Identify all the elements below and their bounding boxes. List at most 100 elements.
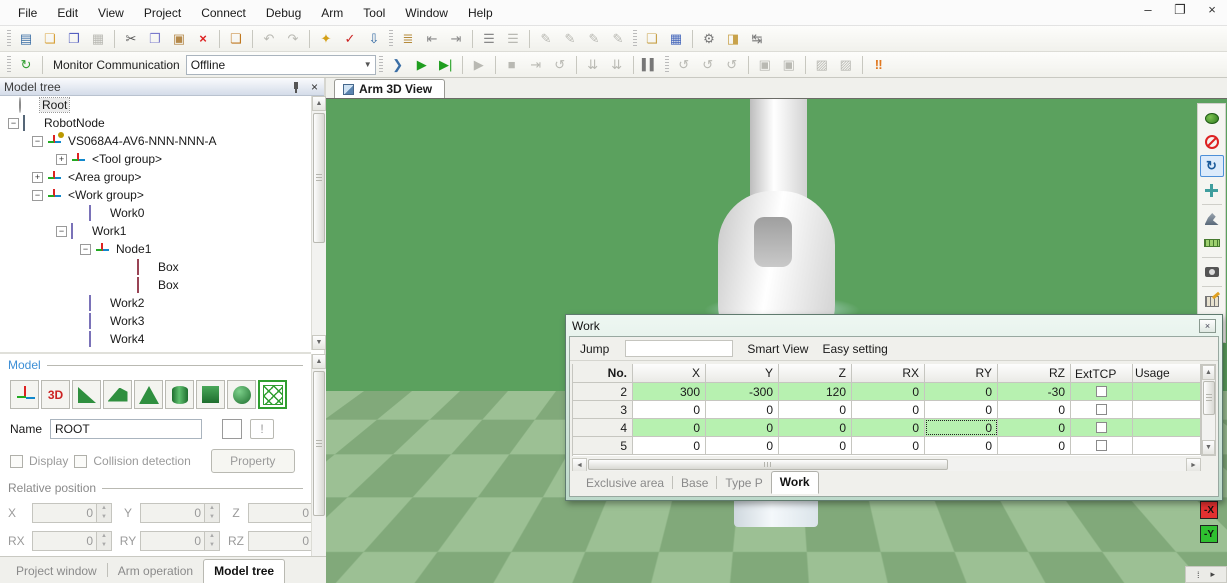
toolbar-grip[interactable] (379, 56, 383, 74)
add-axes-button[interactable] (10, 380, 39, 409)
z-cell[interactable]: 0 (779, 419, 852, 436)
z-cell[interactable]: 0 (779, 437, 852, 454)
col-z[interactable]: Z (779, 364, 852, 382)
add-cylinder-button[interactable] (165, 380, 194, 409)
z-cell[interactable]: 120 (779, 383, 852, 400)
rx-cell[interactable]: 0 (852, 419, 925, 436)
menu-tool[interactable]: Tool (353, 2, 395, 24)
rx-cell[interactable]: 0 (852, 401, 925, 418)
verify-icon[interactable]: ✓ (339, 28, 361, 50)
collapse-toggle[interactable]: − (32, 136, 43, 147)
add-sphere-button[interactable] (227, 380, 256, 409)
scroll-up-icon[interactable]: ▲ (312, 96, 326, 111)
x-cell[interactable]: 300 (633, 383, 706, 400)
col-y[interactable]: Y (706, 364, 779, 382)
tree-item-root[interactable]: Root (0, 96, 311, 114)
name-input[interactable]: ROOT (50, 419, 202, 439)
spin-up-icon[interactable]: ▲ (97, 532, 111, 541)
jump-input[interactable] (625, 340, 733, 357)
camera-icon[interactable] (1200, 261, 1224, 283)
connection-combobox[interactable]: Offline ▼ (186, 55, 376, 75)
tree-item-work4[interactable]: Work4 (0, 330, 311, 348)
footsteps-icon[interactable]: ‼ (868, 54, 890, 76)
open-project-icon[interactable]: ❏ (39, 28, 61, 50)
smart-view-menu[interactable]: Smart View (747, 342, 808, 356)
scroll-right-icon[interactable]: ► (1186, 458, 1201, 472)
model-pane-scrollbar[interactable]: ▲ ▼ (311, 354, 326, 583)
x-stepper[interactable]: 0▲▼ (32, 503, 112, 523)
rz-cell[interactable]: 0 (998, 401, 1071, 418)
scrollbar-thumb[interactable] (313, 371, 325, 516)
property-button[interactable]: Property (211, 449, 295, 473)
work-row-5[interactable]: 5 0 0 0 0 0 0 (573, 437, 1201, 455)
3d-viewport[interactable]: ↻ -X -Y ⁞ ▸ Work (326, 98, 1227, 583)
y-cell[interactable]: 0 (706, 437, 779, 454)
new-project-icon[interactable]: ▤ (15, 28, 37, 50)
add-cube-button[interactable] (196, 380, 225, 409)
tab-arm-operation[interactable]: Arm operation (108, 560, 203, 583)
menu-view[interactable]: View (88, 2, 134, 24)
rotate-z-icon[interactable]: ↻ (1200, 155, 1224, 177)
capture-all-icon[interactable]: ▣ (778, 54, 800, 76)
work-dialog-titlebar[interactable]: Work × (566, 315, 1222, 336)
usage-cell[interactable] (1133, 401, 1201, 418)
usage-cell[interactable] (1133, 437, 1201, 454)
exttcp-checkbox[interactable] (1096, 440, 1107, 451)
color-swatch-button[interactable] (222, 419, 242, 439)
fly-view-icon[interactable] (1200, 107, 1224, 129)
sync-icon[interactable]: ↻ (15, 54, 37, 76)
col-exttcp[interactable]: ExtTCP (1071, 364, 1133, 382)
scrollbar-thumb[interactable] (588, 459, 948, 470)
tree-item-vs068a4[interactable]: − VS068A4-AV6-NNN-NNN-A (0, 132, 311, 150)
menu-arm[interactable]: Arm (311, 2, 353, 24)
expand-toggle[interactable]: + (32, 172, 43, 183)
y-cell[interactable]: 0 (706, 401, 779, 418)
scroll-down-icon[interactable]: ▼ (1202, 440, 1215, 455)
row-number-cell[interactable]: 2 (573, 383, 633, 400)
exttcp-checkbox[interactable] (1096, 386, 1107, 397)
collision-disable-icon[interactable] (1200, 131, 1224, 153)
tab-arm-3d-view[interactable]: Arm 3D View (334, 79, 445, 98)
tree-item-work2[interactable]: Work2 (0, 294, 311, 312)
pin-icon[interactable] (291, 81, 301, 93)
menu-help[interactable]: Help (458, 2, 503, 24)
z-cell[interactable]: 0 (779, 401, 852, 418)
start-icon[interactable]: ▶ (411, 54, 433, 76)
comment-icon[interactable]: ✎ (535, 28, 557, 50)
scroll-up-icon[interactable]: ▲ (1202, 365, 1215, 380)
menu-debug[interactable]: Debug (256, 2, 311, 24)
toolbar-grip[interactable] (389, 30, 393, 48)
tool-settings-icon[interactable]: ◨ (722, 28, 744, 50)
tree-item-area-group[interactable]: + <Area group> (0, 168, 311, 186)
undo-icon[interactable]: ↶ (258, 28, 280, 50)
work-row-4[interactable]: 4 0 0 0 0 0 0 (573, 419, 1201, 437)
add-ramp-button[interactable] (103, 380, 132, 409)
tree-view-icon[interactable]: ≣ (397, 28, 419, 50)
scrollbar-thumb[interactable] (1203, 381, 1215, 415)
robot-view-icon[interactable] (1200, 208, 1224, 230)
snapshot-all-icon[interactable]: ▨ (835, 54, 857, 76)
save-icon[interactable]: ▦ (87, 28, 109, 50)
toolbar-grip[interactable] (633, 30, 637, 48)
alert-button[interactable]: ! (250, 419, 274, 439)
col-x[interactable]: X (633, 364, 706, 382)
measure-icon[interactable] (1200, 232, 1224, 254)
search-icon[interactable]: ❏ (225, 28, 247, 50)
work-table-vscrollbar[interactable]: ▲ ▼ (1201, 364, 1216, 456)
tree-item-work1[interactable]: − Work1 (0, 222, 311, 240)
neg-y-view-button[interactable]: -Y (1200, 525, 1218, 543)
menu-project[interactable]: Project (134, 2, 191, 24)
jump-menu[interactable]: Jump (580, 342, 609, 356)
menu-connect[interactable]: Connect (191, 2, 256, 24)
spin-up-icon[interactable]: ▲ (205, 504, 219, 513)
step-stop-icon[interactable]: ⇥ (525, 54, 547, 76)
cycle-stop-icon[interactable]: ↺ (549, 54, 571, 76)
col-ry[interactable]: RY (925, 364, 998, 382)
spin-up-icon[interactable]: ▲ (97, 504, 111, 513)
spin-down-icon[interactable]: ▼ (205, 541, 219, 550)
playback-record-icon[interactable]: ↺ (697, 54, 719, 76)
capture-icon[interactable]: ▣ (754, 54, 776, 76)
import-3d-button[interactable]: 3D (41, 380, 70, 409)
record-edit-icon[interactable] (1200, 290, 1224, 312)
row-number-cell[interactable]: 4 (573, 419, 633, 436)
